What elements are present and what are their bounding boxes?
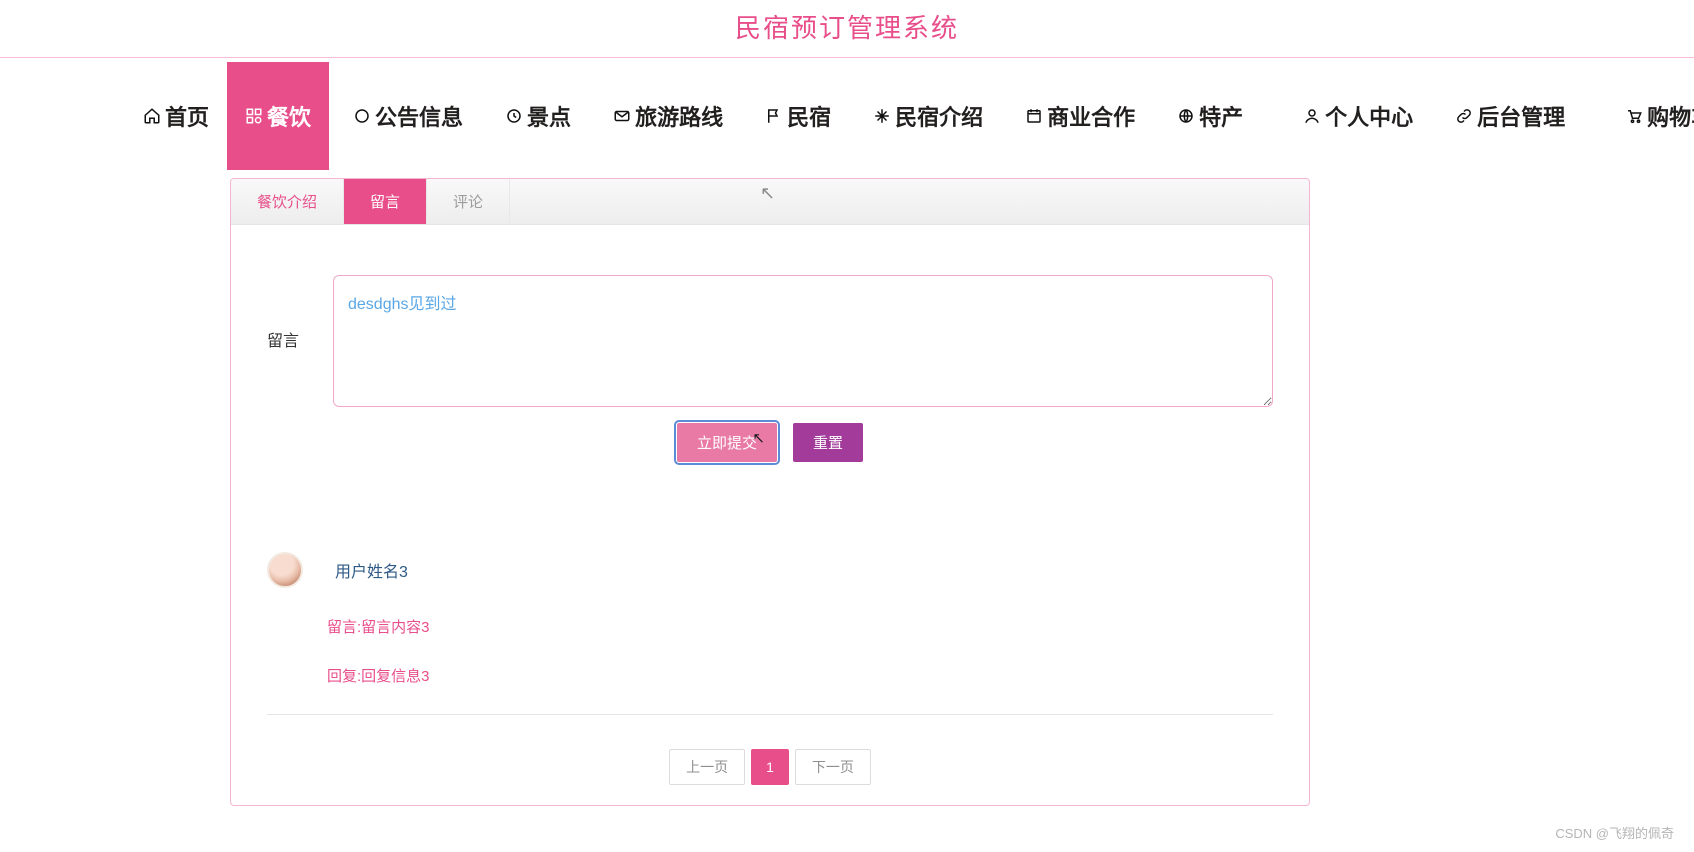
flag-icon [765,107,783,125]
mouse-cursor-icon: ↖ [752,429,765,447]
clock-icon [505,107,523,125]
nav-label: 景点 [527,100,571,132]
nav-homestay[interactable]: 民宿 [747,62,849,170]
message-label: 留言 [267,275,305,351]
calendar-icon [1025,107,1043,125]
avatar [267,552,303,588]
reset-button[interactable]: 重置 [793,423,863,462]
nav-dining[interactable]: 餐饮 [227,62,329,170]
pagination: 上一页 1 下一页 [267,715,1273,795]
nav-label: 后台管理 [1477,100,1565,132]
nav-business[interactable]: 商业合作 [1007,62,1153,170]
tab-comment[interactable]: 评论 [427,179,510,224]
tab-bar: 餐饮介绍 留言 评论 ↖ [231,179,1309,225]
comment-reply: 回复:回复信息3 [327,665,1273,686]
nav-routes[interactable]: 旅游路线 [595,62,741,170]
nav-label: 民宿 [787,100,831,132]
content-panel: 餐饮介绍 留言 评论 ↖ 留言 立即提交 ↖ 重置 用户姓名3 留言:留言内容3… [230,178,1310,806]
site-title: 民宿预订管理系统 [0,0,1694,57]
main-nav: 首页 餐饮 公告信息 景点 旅游路线 民宿 民宿介绍 商业合作 特产 个人中心 … [0,62,1694,170]
snowflake-icon [873,107,891,125]
nav-label: 特产 [1199,100,1243,132]
tab-intro[interactable]: 餐饮介绍 [231,179,344,224]
submit-label: 立即提交 [697,435,757,452]
nav-label: 商业合作 [1047,100,1135,132]
comment-username: 用户姓名3 [335,558,408,582]
nav-homestay-intro[interactable]: 民宿介绍 [855,62,1001,170]
page-prev[interactable]: 上一页 [669,749,745,785]
user-icon [1303,107,1321,125]
globe-icon [1177,107,1195,125]
nav-cart[interactable]: 购物车 [1607,62,1694,170]
nav-announce[interactable]: 公告信息 [335,62,481,170]
message-form: 留言 立即提交 ↖ 重置 [231,225,1309,472]
nav-label: 首页 [165,100,209,132]
nav-label: 旅游路线 [635,100,723,132]
home-icon [143,107,161,125]
nav-label: 民宿介绍 [895,100,983,132]
tab-message[interactable]: 留言 [344,179,427,224]
nav-label: 个人中心 [1325,100,1413,132]
link-icon [1455,107,1473,125]
submit-button[interactable]: 立即提交 ↖ [677,423,777,462]
nav-admin[interactable]: 后台管理 [1437,62,1583,170]
divider [0,57,1694,58]
nav-user-center[interactable]: 个人中心 [1285,62,1431,170]
nav-label: 餐饮 [267,100,311,132]
cart-icon [1625,107,1643,125]
nav-label: 购物车 [1647,100,1694,132]
nav-home[interactable]: 首页 [125,62,227,170]
nav-specialty[interactable]: 特产 [1159,62,1261,170]
page-next[interactable]: 下一页 [795,749,871,785]
cursor-indicator-icon: ↖ [760,183,775,204]
grid-icon [245,107,263,125]
nav-spots[interactable]: 景点 [487,62,589,170]
mail-icon [613,107,631,125]
comment-list: 用户姓名3 留言:留言内容3 回复:回复信息3 上一页 1 下一页 [231,472,1309,805]
nav-label: 公告信息 [375,100,463,132]
watermark: CSDN @飞翔的佩奇 [1555,823,1674,842]
page-current[interactable]: 1 [751,749,789,785]
comment-item: 用户姓名3 [267,552,1273,588]
message-textarea[interactable] [333,275,1273,407]
circle-icon [353,107,371,125]
comment-message: 留言:留言内容3 [327,616,1273,637]
